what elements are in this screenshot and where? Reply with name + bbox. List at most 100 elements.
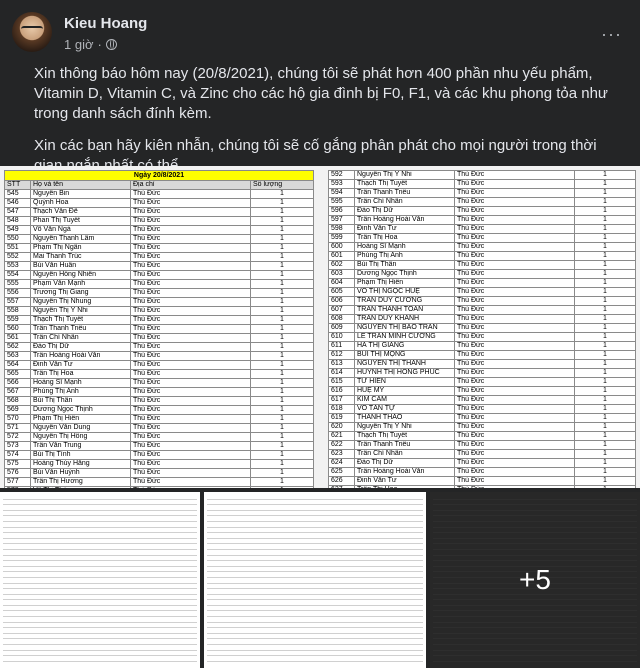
cell-address: Thủ Đức — [454, 323, 575, 333]
cell-stt: 624 — [328, 458, 355, 468]
post-time[interactable]: 1 giờ — [64, 37, 94, 52]
cell-address: Thủ Đức — [130, 198, 251, 208]
cell-qty: 1 — [574, 386, 636, 396]
author-avatar[interactable] — [12, 12, 52, 52]
cell-stt: 570 — [4, 414, 31, 424]
meta-separator: · — [97, 37, 102, 52]
photo-thumbnails: +5 — [0, 492, 640, 668]
cell-qty: 1 — [574, 440, 636, 450]
cell-address: Thủ Đức — [454, 404, 575, 414]
author-name[interactable]: Kieu Hoang — [64, 15, 147, 32]
table-row: 549 Võ Văn Ngà Thủ Đức 1 — [4, 225, 314, 235]
cell-address: Thủ Đức — [454, 296, 575, 306]
col-header-stt: STT — [4, 180, 31, 190]
cell-qty: 1 — [574, 449, 636, 459]
table-row: 619 THANH THẢO Thủ Đức 1 — [328, 413, 636, 423]
col-header-name: Họ và tên — [30, 180, 131, 190]
cell-stt: 601 — [328, 251, 355, 261]
globe-icon[interactable] — [105, 39, 117, 50]
cell-qty: 1 — [574, 332, 636, 342]
cell-qty: 1 — [574, 350, 636, 360]
cell-address: Thủ Đức — [454, 305, 575, 315]
table-row: 546 Quỳnh Hoa Thủ Đức 1 — [4, 198, 314, 208]
cell-name: Thạch Thị Tuyết — [354, 431, 455, 441]
cell-name: Bùi Thị Tình — [30, 450, 131, 460]
cell-name: Nguyễn Bin — [30, 189, 131, 199]
cell-stt: 553 — [4, 261, 31, 271]
cell-qty: 1 — [250, 207, 314, 217]
cell-qty: 1 — [250, 414, 314, 424]
cell-qty: 1 — [250, 216, 314, 226]
table-row: 592 Nguyễn Thị Ý Nhi Thủ Đức 1 — [328, 170, 636, 180]
cell-stt: 618 — [328, 404, 355, 414]
cell-stt: 557 — [4, 297, 31, 307]
cell-stt: 603 — [328, 269, 355, 279]
photo-thumb-3[interactable]: +5 — [430, 492, 640, 668]
cell-name: Trần Chí Nhân — [354, 197, 455, 207]
cell-stt: 562 — [4, 342, 31, 352]
cell-name: LÊ TRẦN MINH CƯỜNG — [354, 332, 455, 342]
thumb-1-content — [0, 492, 200, 664]
cell-qty: 1 — [250, 468, 314, 478]
cell-name: Bùi Thị Thân — [30, 396, 131, 406]
cell-name: Nguyễn Hồng Nhiên — [30, 270, 131, 280]
table-row: 627Trần Thị HoaThủ Đức1 — [328, 485, 636, 488]
cell-name: Nguyễn Thị Nhung — [30, 297, 131, 307]
cell-address: Thủ Đức — [454, 422, 575, 432]
photo-thumb-2[interactable] — [204, 492, 426, 668]
cell-name: Trương Thị Giang — [30, 288, 131, 298]
table-row: 616 HUỆ MỸ Thủ Đức 1 — [328, 386, 636, 396]
more-photos-overlay[interactable]: +5 — [430, 492, 640, 668]
main-photo[interactable]: Ngày 20/8/2021 STT Họ và tên Địa chỉ Số … — [0, 166, 640, 488]
cell-address: Thủ Đức — [130, 378, 251, 388]
cell-qty: 1 — [250, 486, 314, 488]
cell-name: Phạm Văn Mạnh — [30, 279, 131, 289]
cell-stt: 576 — [4, 468, 31, 478]
table-row: 613 NGUYỄN THỊ THANH Thủ Đức 1 — [328, 359, 636, 369]
cell-qty: 1 — [250, 252, 314, 262]
cell-address: Thủ Đức — [454, 188, 575, 198]
table-row: 597 Trần Hoàng Hoài Văn Thủ Đức 1 — [328, 215, 636, 225]
table-row: 598 Đinh Văn Tư Thủ Đức 1 — [328, 224, 636, 234]
cell-address: Thủ Đức — [130, 414, 251, 424]
cell-stt: 605 — [328, 287, 355, 297]
cell-name: Võ Thị Thảo — [30, 486, 131, 488]
cell-name: Trần Thị Hoa — [354, 233, 455, 243]
table-row: 550 Nguyễn Thanh Lâm Thủ Đức 1 — [4, 234, 314, 244]
cell-name: Trần Thanh Triều — [354, 188, 455, 198]
cell-stt: 564 — [4, 360, 31, 370]
cell-address: Thủ Đức — [454, 350, 575, 360]
cell-name: KIM CẦM — [354, 395, 455, 405]
table-row: 574 Bùi Thị Tình Thủ Đức 1 — [4, 450, 314, 460]
cell-address: Thủ Đức — [130, 288, 251, 298]
facebook-post: Kieu Hoang 1 giờ · ··· Xin thông báo hôm… — [0, 0, 640, 668]
cell-stt: 575 — [4, 459, 31, 469]
cell-address: Thủ Đức — [454, 233, 575, 243]
cell-address: Thủ Đức — [130, 324, 251, 334]
cell-address: Thủ Đức — [454, 260, 575, 270]
cell-name: Thạch Văn Đê — [30, 207, 131, 217]
more-photos-count: +5 — [519, 564, 551, 595]
cell-stt: 613 — [328, 359, 355, 369]
cell-address: Thủ Đức — [454, 413, 575, 423]
table-row: 593 Thạch Thị Tuyết Thủ Đức 1 — [328, 179, 636, 189]
table-row: 575 Hoàng Thúy Hằng Thủ Đức 1 — [4, 459, 314, 469]
cell-name: Bùi Văn Huân — [30, 261, 131, 271]
cell-stt: 592 — [328, 170, 355, 180]
cell-address: Thủ Đức — [130, 306, 251, 316]
table-row: 595 Trần Chí Nhân Thủ Đức 1 — [328, 197, 636, 207]
table-row: 623 Trần Chí Nhân Thủ Đức 1 — [328, 449, 636, 459]
cell-qty: 1 — [574, 188, 636, 198]
table-row: 545 Nguyễn Bin Thủ Đức 1 — [4, 189, 314, 199]
table-row: 605 VÕ THỊ NGỌC HUỆ Thủ Đức 1 — [328, 287, 636, 297]
post-paragraph-1: Xin thông báo hôm nay (20/8/2021), chúng… — [34, 65, 608, 122]
more-options-icon[interactable]: ··· — [601, 24, 622, 45]
cell-name: Võ Văn Ngà — [30, 225, 131, 235]
photo-thumb-1[interactable] — [0, 492, 200, 668]
cell-stt: 612 — [328, 350, 355, 360]
cell-address: Thủ Đức — [454, 377, 575, 387]
cell-name: Phạm Thị Hiền — [30, 414, 131, 424]
cell-stt: 599 — [328, 233, 355, 243]
cell-qty: 1 — [574, 368, 636, 378]
cell-qty: 1 — [250, 450, 314, 460]
